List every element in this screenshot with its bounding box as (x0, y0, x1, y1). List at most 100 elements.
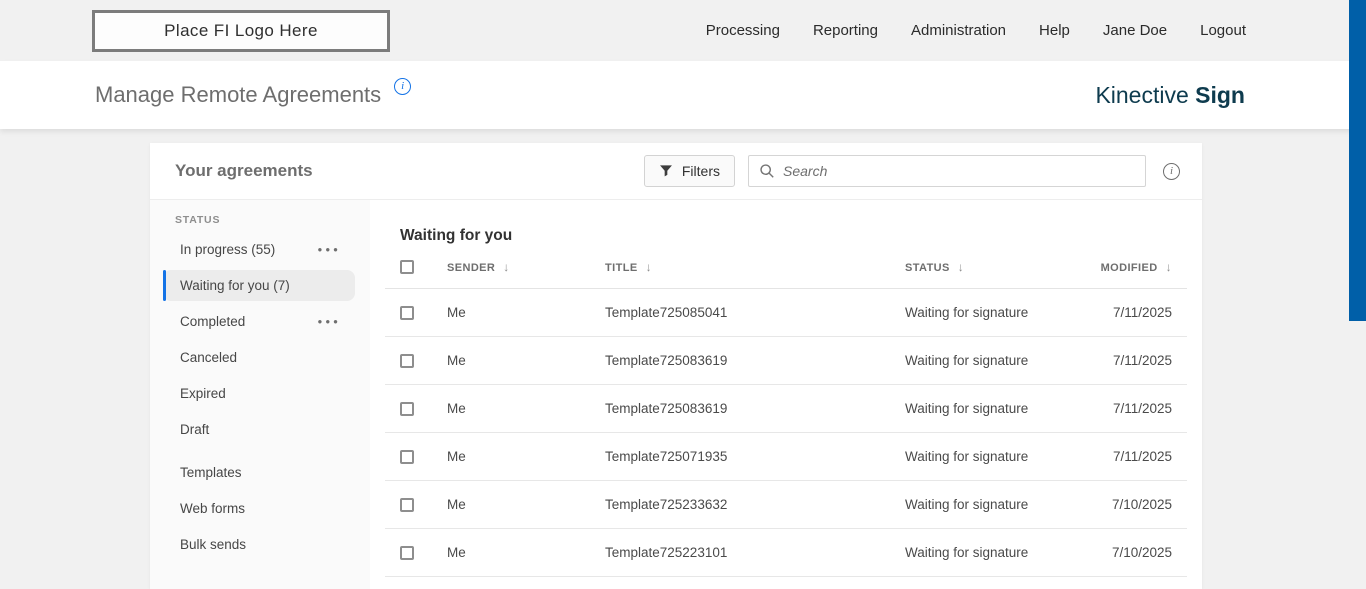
table-body: Me Template725085041 Waiting for signatu… (385, 289, 1187, 577)
table-row[interactable]: Me Template725083619 Waiting for signatu… (385, 385, 1187, 433)
column-header-modified[interactable]: MODIFIED ↓ (1065, 260, 1172, 274)
cell-title: Template725083619 (605, 401, 728, 416)
sidebar-item-draft[interactable]: Draft (163, 414, 355, 445)
table-row[interactable]: Me Template725071935 Waiting for signatu… (385, 433, 1187, 481)
table-header-row: SENDER ↓ TITLE ↓ STATUS ↓ MODIFIED ↓ (385, 245, 1187, 289)
cell-modified: 7/11/2025 (1112, 305, 1172, 320)
more-options-icon[interactable]: ●●● (318, 317, 342, 326)
table-row[interactable]: Me Template725085041 Waiting for signatu… (385, 289, 1187, 337)
brand-name: Kinective (1095, 81, 1189, 108)
table-row[interactable]: Me Template725233632 Waiting for signatu… (385, 481, 1187, 529)
nav-item-administration[interactable]: Administration (911, 22, 1006, 39)
row-checkbox[interactable] (400, 305, 414, 320)
agreements-sidebar: STATUS In progress (55) ●●● Waiting for … (150, 200, 370, 589)
top-nav: Processing Reporting Administration Help Jan… (706, 22, 1246, 39)
sidebar-item-templates[interactable]: Templates (163, 457, 355, 488)
cell-modified: 7/11/2025 (1112, 353, 1172, 368)
page-header: Manage Remote Agreements i Kinective Sig… (0, 61, 1366, 129)
table-row[interactable]: Me Template725223101 Waiting for signatu… (385, 529, 1187, 577)
search-input[interactable] (783, 163, 1135, 179)
sidebar-item-canceled[interactable]: Canceled (163, 342, 355, 373)
filters-button-label: Filters (681, 163, 720, 179)
card-body: STATUS In progress (55) ●●● Waiting for … (150, 200, 1202, 589)
sidebar-item-label: Waiting for you (7) (180, 278, 290, 293)
other-filter-list: Templates Web forms Bulk sends (150, 457, 370, 560)
agreements-table-area: Waiting for you SENDER ↓ TITLE ↓ STATUS ↓ M… (370, 200, 1202, 589)
sidebar-item-label: Expired (180, 386, 226, 401)
card-header: Your agreements Filters i (150, 143, 1202, 200)
column-header-sender[interactable]: SENDER ↓ (447, 260, 605, 274)
cell-sender: Me (447, 353, 466, 368)
sidebar-item-bulk-sends[interactable]: Bulk sends (163, 529, 355, 560)
fi-logo-placeholder: Place FI Logo Here (92, 9, 390, 52)
nav-item-processing[interactable]: Processing (706, 22, 780, 39)
select-all-checkbox[interactable] (400, 259, 414, 274)
cell-status: Waiting for signature (905, 497, 1029, 512)
cell-modified: 7/11/2025 (1112, 401, 1172, 416)
cell-modified: 7/11/2025 (1112, 449, 1172, 464)
table-row[interactable]: Me Template725083619 Waiting for signatu… (385, 337, 1187, 385)
sidebar-item-label: Web forms (180, 501, 246, 516)
status-filter-list: In progress (55) ●●● Waiting for you (7)… (150, 234, 370, 445)
cell-status: Waiting for signature (905, 353, 1029, 368)
sort-desc-icon[interactable]: ↓ (1166, 260, 1172, 274)
sidebar-section-label: STATUS (175, 214, 221, 226)
cell-sender: Me (447, 449, 466, 464)
page-title-info-icon[interactable]: i (394, 77, 412, 95)
sidebar-item-label: Bulk sends (180, 537, 247, 552)
cell-status: Waiting for signature (905, 305, 1029, 320)
filters-button[interactable]: Filters (643, 155, 735, 187)
sidebar-item-waiting-for-you-7[interactable]: Waiting for you (7) (163, 270, 355, 301)
top-bar: Place FI Logo Here Processing Reporting Ad… (0, 0, 1366, 61)
sort-desc-icon[interactable]: ↓ (503, 260, 509, 274)
cell-title: Template725223101 (605, 545, 728, 560)
sort-desc-icon[interactable]: ↓ (646, 260, 652, 274)
row-checkbox[interactable] (400, 497, 414, 512)
brand-product: Sign (1195, 81, 1245, 108)
agreements-info-icon[interactable]: i (1163, 162, 1180, 180)
sidebar-item-label: Draft (180, 422, 210, 437)
brand-logo: Kinective Sign (1095, 82, 1245, 109)
row-checkbox[interactable] (400, 545, 414, 560)
nav-item-help[interactable]: Help (1039, 22, 1070, 39)
row-checkbox[interactable] (400, 401, 414, 416)
cell-modified: 7/10/2025 (1111, 545, 1172, 560)
sidebar-item-label: Canceled (180, 350, 238, 365)
row-checkbox[interactable] (400, 449, 414, 464)
cell-title: Template725233632 (605, 497, 728, 512)
cell-status: Waiting for signature (905, 545, 1029, 560)
sidebar-item-expired[interactable]: Expired (163, 378, 355, 409)
cell-title: Template725083619 (605, 353, 728, 368)
right-edge-accent-strip (1349, 0, 1366, 321)
panel-title: Your agreements (175, 161, 313, 180)
sidebar-item-label: Templates (180, 465, 242, 480)
agreements-card: Your agreements Filters i STATUS In prog… (150, 143, 1202, 589)
sidebar-item-web-forms[interactable]: Web forms (163, 493, 355, 524)
table-title: Waiting for you (400, 227, 513, 244)
cell-title: Template725085041 (605, 305, 728, 320)
cell-sender: Me (447, 305, 466, 320)
nav-item-reporting[interactable]: Reporting (813, 22, 878, 39)
page-title: Manage Remote Agreements (95, 82, 382, 107)
column-header-status[interactable]: STATUS ↓ (905, 260, 1065, 274)
search-icon (759, 163, 775, 179)
row-checkbox[interactable] (400, 353, 414, 368)
cell-modified: 7/10/2025 (1111, 497, 1172, 512)
search-box (748, 155, 1146, 187)
sidebar-item-completed[interactable]: Completed ●●● (163, 306, 355, 337)
filter-funnel-icon (659, 164, 673, 178)
nav-item-logout[interactable]: Logout (1200, 22, 1246, 39)
sort-desc-icon[interactable]: ↓ (958, 260, 964, 274)
nav-item-jane-doe[interactable]: Jane Doe (1103, 22, 1167, 39)
cell-sender: Me (447, 401, 466, 416)
sidebar-item-label: Completed (180, 314, 246, 329)
cell-title: Template725071935 (605, 449, 728, 464)
sidebar-item-in-progress-55[interactable]: In progress (55) ●●● (163, 234, 355, 265)
cell-status: Waiting for signature (905, 401, 1029, 416)
cell-sender: Me (447, 545, 466, 560)
fi-logo-text: Place FI Logo Here (164, 20, 318, 40)
column-header-title[interactable]: TITLE ↓ (605, 260, 905, 274)
cell-sender: Me (447, 497, 466, 512)
sidebar-item-label: In progress (55) (180, 242, 276, 257)
more-options-icon[interactable]: ●●● (318, 245, 342, 254)
